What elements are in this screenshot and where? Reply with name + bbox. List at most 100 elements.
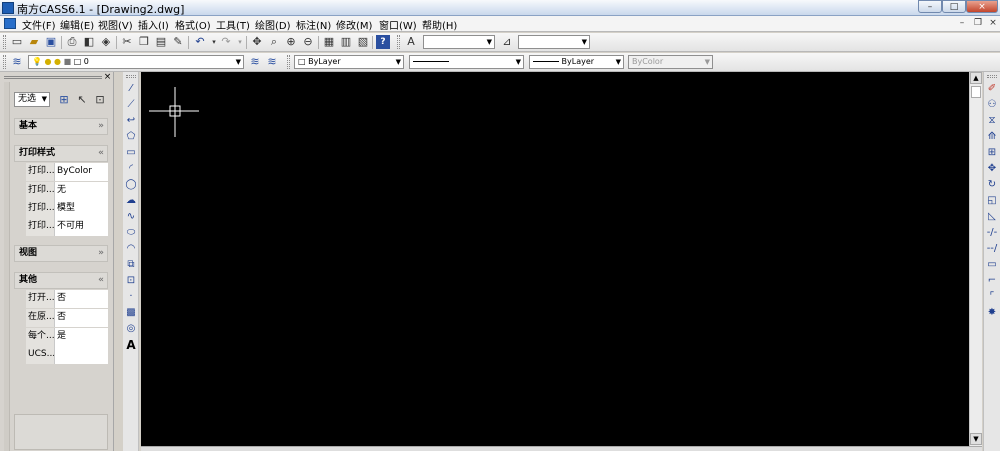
properties-icon[interactable]: ▦ <box>322 35 336 49</box>
select-objects-icon[interactable]: ↖ <box>75 93 89 107</box>
print-preview-icon[interactable]: ◧ <box>82 35 96 49</box>
maximize-button[interactable]: □ <box>942 0 966 13</box>
section-basic-header[interactable]: 基本 » <box>14 118 108 135</box>
help-icon[interactable]: ? <box>376 35 390 49</box>
layer-manager-icon[interactable]: ≋ <box>10 55 24 69</box>
toolbar-grip[interactable] <box>3 55 6 69</box>
rectangle-icon[interactable]: ▭ <box>124 146 138 160</box>
lineweight-select[interactable]: ByLayer ▼ <box>529 55 624 69</box>
linetype-select[interactable]: ▼ <box>409 55 524 69</box>
zoom-realtime-icon[interactable]: ⌕ <box>267 35 281 49</box>
design-center-icon[interactable]: ▥ <box>339 35 353 49</box>
selection-select[interactable]: 无选 ▼ <box>14 92 50 107</box>
section-view-header[interactable]: 视图 » <box>14 245 108 262</box>
move-icon[interactable]: ✥ <box>985 162 999 176</box>
scroll-down-icon[interactable]: ▼ <box>970 433 982 445</box>
menu-insert[interactable]: 插入(I) <box>138 17 169 32</box>
explode-icon[interactable]: ✸ <box>985 306 999 320</box>
chevron-down-icon[interactable]: » <box>98 246 104 261</box>
mdi-close-button[interactable]: × <box>987 18 999 29</box>
undo-icon[interactable]: ↶ <box>193 35 207 49</box>
cut-icon[interactable]: ✂ <box>120 35 134 49</box>
property-row[interactable]: 打印... 无 <box>26 182 108 200</box>
multiline-text-icon[interactable]: A <box>124 338 138 352</box>
menu-tools[interactable]: 工具(T) <box>216 17 250 32</box>
toolbar-grip[interactable] <box>3 35 6 49</box>
pan-icon[interactable]: ✥ <box>250 35 264 49</box>
text-style-select[interactable]: ▼ <box>423 35 495 49</box>
layer-select[interactable]: 💡 ● ● ■ □ 0 ▼ <box>28 55 244 69</box>
mdi-restore-button[interactable]: ❐ <box>972 18 984 29</box>
property-value[interactable] <box>54 346 108 364</box>
ellipse-arc-icon[interactable]: ◠ <box>124 242 138 256</box>
trim-icon[interactable]: -/- <box>985 226 999 240</box>
break-icon[interactable]: ▭ <box>985 258 999 272</box>
color-select[interactable]: □ ByLayer ▼ <box>294 55 404 69</box>
property-value[interactable]: 模型 <box>54 200 108 218</box>
text-style-icon[interactable]: A <box>404 35 418 49</box>
mdi-minimize-button[interactable]: – <box>956 18 968 29</box>
menu-view[interactable]: 视图(V) <box>98 17 133 32</box>
redo-icon[interactable]: ↷ <box>219 35 233 49</box>
property-row[interactable]: 打印... 不可用 <box>26 218 108 236</box>
make-object-layer-current-icon[interactable]: ≋ <box>248 55 262 69</box>
dim-style-icon[interactable]: ⊿ <box>500 35 514 49</box>
polyline-icon[interactable]: ↩ <box>124 114 138 128</box>
vertical-scrollbar[interactable]: ▲ ▼ <box>969 72 982 446</box>
tool-palettes-icon[interactable]: ▧ <box>356 35 370 49</box>
revcloud-icon[interactable]: ☁ <box>124 194 138 208</box>
erase-icon[interactable]: ✐ <box>985 82 999 96</box>
extend-icon[interactable]: --/ <box>985 242 999 256</box>
palette-side-strip[interactable] <box>4 82 10 451</box>
property-row[interactable]: 打印... 模型 <box>26 200 108 218</box>
menu-window[interactable]: 窗口(W) <box>379 17 417 32</box>
hatch-icon[interactable]: ▩ <box>124 306 138 320</box>
menu-file[interactable]: 文件(F) <box>22 17 56 32</box>
plotstyle-select[interactable]: ByColor ▼ <box>628 55 713 69</box>
polygon-icon[interactable]: ⬠ <box>124 130 138 144</box>
section-misc-header[interactable]: 其他 « <box>14 272 108 289</box>
quick-select-icon[interactable]: ⊡ <box>93 93 107 107</box>
spline-icon[interactable]: ∿ <box>124 210 138 224</box>
make-block-icon[interactable]: ⊡ <box>124 274 138 288</box>
fillet-icon[interactable]: ⌜ <box>985 290 999 304</box>
scroll-up-icon[interactable]: ▲ <box>970 72 982 84</box>
menu-draw[interactable]: 绘图(D) <box>255 17 291 32</box>
palette-close-icon[interactable]: × <box>103 73 112 82</box>
region-icon[interactable]: ◎ <box>124 322 138 336</box>
property-row[interactable]: 每个... 是 <box>26 328 108 346</box>
chevron-down-icon[interactable]: » <box>98 119 104 134</box>
zoom-previous-icon[interactable]: ⊖ <box>301 35 315 49</box>
palette-grip[interactable] <box>4 76 102 79</box>
property-row[interactable]: UCS... <box>26 346 108 364</box>
property-value[interactable]: 否 <box>54 309 108 327</box>
menu-edit[interactable]: 编辑(E) <box>60 17 94 32</box>
property-row[interactable]: 打印... ByColor <box>26 163 108 181</box>
copy-object-icon[interactable]: ⚇ <box>985 98 999 112</box>
array-icon[interactable]: ⊞ <box>985 146 999 160</box>
circle-icon[interactable]: ◯ <box>124 178 138 192</box>
toolbar-grip[interactable] <box>287 55 290 69</box>
new-file-icon[interactable]: ▭ <box>10 35 24 49</box>
copy-icon[interactable]: ❐ <box>137 35 151 49</box>
stretch-icon[interactable]: ◺ <box>985 210 999 224</box>
save-icon[interactable]: ▣ <box>44 35 58 49</box>
point-icon[interactable]: · <box>124 290 138 304</box>
minimize-button[interactable]: – <box>918 0 942 13</box>
paste-icon[interactable]: ▤ <box>154 35 168 49</box>
scroll-thumb[interactable] <box>971 86 981 98</box>
publish-icon[interactable]: ◈ <box>99 35 113 49</box>
match-properties-icon[interactable]: ✎ <box>171 35 185 49</box>
insert-block-icon[interactable]: ⧉ <box>124 258 138 272</box>
drawing-canvas[interactable] <box>141 72 969 446</box>
ellipse-icon[interactable]: ⬭ <box>124 226 138 240</box>
property-value[interactable]: 无 <box>54 182 108 200</box>
toolbar-grip[interactable] <box>126 75 136 78</box>
scale-icon[interactable]: ◱ <box>985 194 999 208</box>
line-icon[interactable]: ⁄ <box>124 82 138 96</box>
menu-modify[interactable]: 修改(M) <box>336 17 372 32</box>
toggle-pickadd-icon[interactable]: ⊞ <box>57 93 71 107</box>
property-value[interactable]: 否 <box>54 290 108 308</box>
section-plot-style-header[interactable]: 打印样式 « <box>14 145 108 162</box>
property-value[interactable]: 是 <box>54 328 108 346</box>
